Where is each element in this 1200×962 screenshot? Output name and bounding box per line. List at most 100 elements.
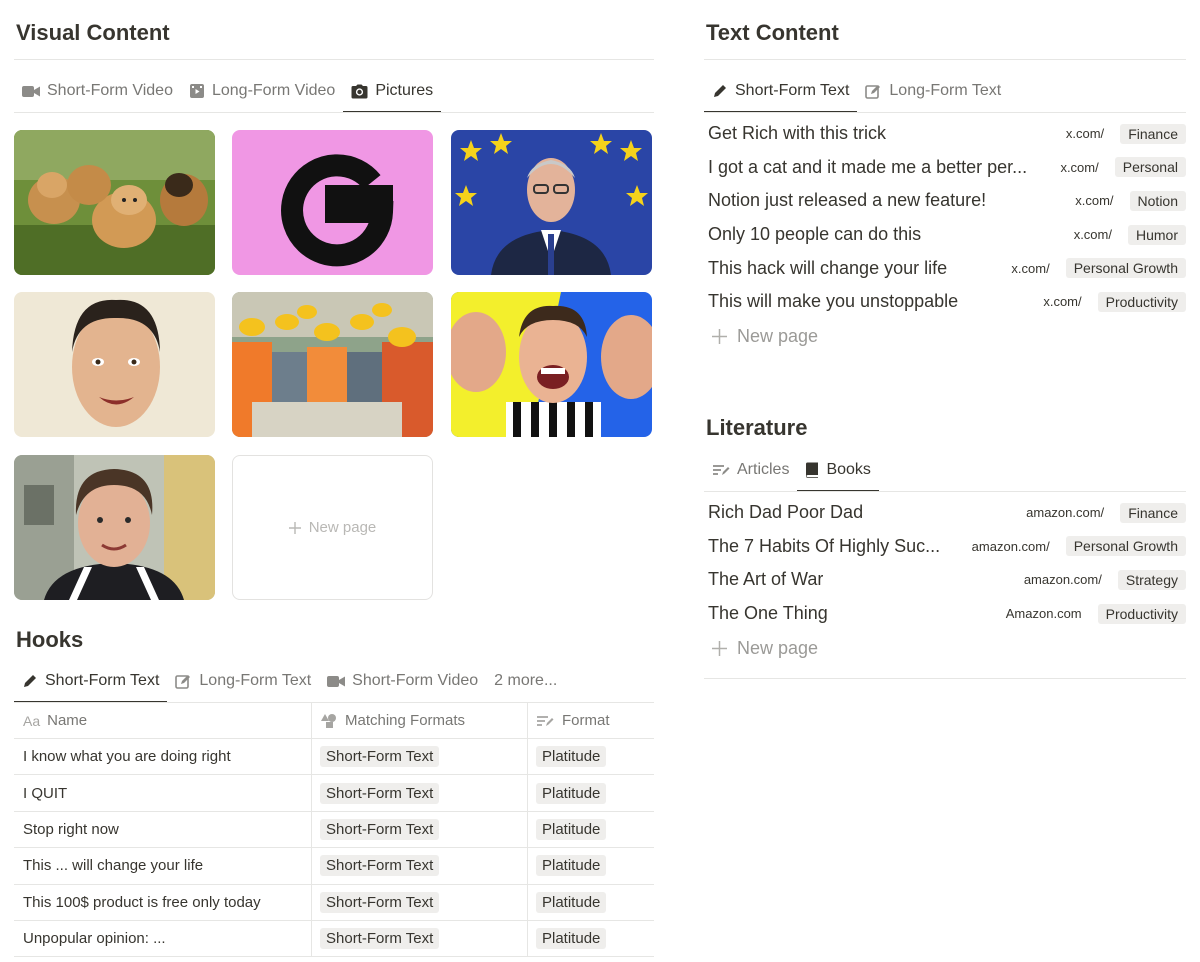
tab-articles[interactable]: Articles (704, 457, 797, 491)
item-title[interactable]: The One Thing (708, 603, 828, 624)
item-url[interactable]: x.com/ (1066, 126, 1104, 141)
list-item[interactable]: Notion just released a new feature! x.com… (708, 184, 1186, 218)
item-title[interactable]: Notion just released a new feature! (708, 190, 986, 211)
text-content-list: Get Rich with this trick x.com/Finance I g… (708, 117, 1186, 355)
tab-short-form-video[interactable]: Short-Form Video (319, 668, 486, 702)
item-url[interactable]: x.com/ (1043, 294, 1081, 309)
tab-long-form-video[interactable]: Long-Form Video (181, 78, 343, 112)
table-row[interactable]: This 100$ product is free only today Shor… (14, 884, 654, 921)
item-title[interactable]: Rich Dad Poor Dad (708, 502, 863, 523)
matching-formats-cell[interactable]: Short-Form Text (312, 775, 528, 811)
gallery-card[interactable] (451, 130, 652, 275)
list-item[interactable]: This hack will change your life x.com/Per… (708, 251, 1186, 285)
format-tag: Platitude (536, 746, 607, 768)
matching-formats-cell[interactable]: Short-Form Text (312, 811, 528, 848)
list-item[interactable]: I got a cat and it made me a better per.… (708, 151, 1186, 185)
name-cell[interactable]: This ... will change your life (14, 848, 312, 884)
matching-formats-cell[interactable]: Short-Form Text (312, 920, 528, 957)
format-cell[interactable]: Platitude (528, 921, 654, 956)
matching-formats-cell[interactable]: Short-Form Text (312, 884, 528, 920)
table-row[interactable]: I know what you are doing right Short-For… (14, 739, 654, 776)
format-cell[interactable]: Platitude (528, 885, 654, 920)
film-icon (189, 84, 204, 98)
list-item[interactable]: Only 10 people can do this x.com/Humor (708, 218, 1186, 252)
matching-formats-cell[interactable]: Short-Form Text (312, 848, 528, 884)
table-row[interactable]: Stop right now Short-Form Text Platitude (14, 811, 654, 849)
tab-label: Long-Form Text (889, 82, 1002, 99)
item-title[interactable]: I got a cat and it made me a better per.… (708, 157, 1027, 178)
item-url[interactable]: x.com/ (1075, 193, 1113, 208)
tab-label: Long-Form Text (199, 672, 312, 689)
tabs-divider (14, 112, 654, 113)
list-item[interactable]: The One Thing Amazon.com Productivity (708, 597, 1186, 631)
item-url[interactable]: x.com/ (1011, 261, 1049, 276)
item-tag: Strategy (1117, 569, 1186, 590)
list-item[interactable]: Get Rich with this trick x.com/Finance (708, 117, 1186, 151)
video-camera-icon (22, 85, 40, 97)
tab-short-form-text[interactable]: Short-Form Text (704, 78, 858, 113)
item-title[interactable]: The Art of War (708, 569, 823, 590)
item-url[interactable]: amazon.com/ (1026, 505, 1104, 520)
hooks-title: Hooks (16, 627, 84, 652)
hook-name: Unpopular opinion: ... (23, 930, 166, 948)
item-url[interactable]: x.com/ (1060, 160, 1098, 175)
format-cell[interactable]: Platitude (528, 739, 654, 774)
tab-long-form-text[interactable]: Long-Form Text (857, 78, 1009, 112)
name-cell[interactable]: Unpopular opinion: ... (14, 920, 312, 957)
gallery-card[interactable] (14, 130, 215, 275)
gallery-card[interactable] (232, 292, 433, 437)
new-page-button[interactable]: New page (708, 630, 1186, 666)
format-tag: Platitude (536, 891, 607, 913)
tab-label: Articles (737, 461, 790, 478)
table-row[interactable]: I QUIT Short-Form Text Platitude (14, 775, 654, 812)
item-title[interactable]: This will make you unstoppable (708, 291, 958, 312)
tab-label: Books (826, 461, 871, 478)
list-item[interactable]: The 7 Habits Of Highly Suc... amazon.com/… (708, 530, 1186, 564)
tab-long-form-text[interactable]: Long-Form Text (167, 668, 319, 702)
item-url[interactable]: Amazon.com (1006, 606, 1082, 621)
list-item[interactable]: This will make you unstoppable x.com/Prod… (708, 285, 1186, 319)
item-title[interactable]: Only 10 people can do this (708, 224, 921, 245)
tab-books[interactable]: Books (797, 457, 880, 492)
gallery-card[interactable] (14, 292, 215, 437)
list-item[interactable]: The Art of War amazon.com/Strategy (708, 563, 1186, 597)
item-title[interactable]: Get Rich with this trick (708, 123, 886, 144)
table-row[interactable]: Unpopular opinion: ... Short-Form Text Pla… (14, 920, 654, 958)
item-tag: Personal (1114, 157, 1186, 178)
column-name-header[interactable]: Aa Name (14, 703, 312, 738)
plus-icon (288, 521, 301, 534)
pink-g-logo (232, 130, 433, 275)
hook-name: I QUIT (23, 784, 68, 802)
name-cell[interactable]: This 100$ product is free only today (14, 884, 312, 920)
matching-formats-cell[interactable]: Short-Form Text (312, 739, 528, 775)
name-cell[interactable]: Stop right now (14, 811, 312, 848)
gallery-card[interactable] (232, 130, 433, 275)
tab-more[interactable]: 2 more... (486, 668, 565, 702)
tabs-divider (704, 112, 1186, 113)
item-title[interactable]: The 7 Habits Of Highly Suc... (708, 536, 940, 557)
visual-content-tabs: Short-Form Video Long-Form Video Picture… (14, 78, 441, 113)
new-page-button[interactable]: New page (708, 319, 1186, 355)
text-content-tabs: Short-Form Text Long-Form Text (704, 78, 1009, 113)
item-url[interactable]: amazon.com/ (1024, 572, 1102, 587)
list-item[interactable]: Rich Dad Poor Dad amazon.com/Finance (708, 496, 1186, 530)
format-cell[interactable]: Platitude (528, 812, 654, 847)
item-url[interactable]: x.com/ (1074, 227, 1112, 242)
gallery-card[interactable] (14, 455, 215, 600)
tab-short-form-video[interactable]: Short-Form Video (14, 78, 181, 112)
name-cell[interactable]: I QUIT (14, 775, 312, 811)
tab-label: Short-Form Text (45, 672, 160, 689)
format-cell[interactable]: Platitude (528, 848, 654, 883)
gallery-card[interactable] (451, 292, 652, 437)
column-format-header[interactable]: Format (528, 703, 654, 738)
column-matching-formats-header[interactable]: Matching Formats (312, 703, 528, 738)
item-title[interactable]: This hack will change your life (708, 258, 947, 279)
name-cell[interactable]: I know what you are doing right (14, 739, 312, 775)
tab-pictures[interactable]: Pictures (343, 78, 441, 113)
boy-portrait-photo (14, 455, 215, 600)
new-page-card[interactable]: New page (232, 455, 433, 600)
format-cell[interactable]: Platitude (528, 775, 654, 810)
tab-short-form-text[interactable]: Short-Form Text (14, 668, 168, 703)
table-row[interactable]: This ... will change your life Short-Form… (14, 848, 654, 885)
item-url[interactable]: amazon.com/ (972, 539, 1050, 554)
